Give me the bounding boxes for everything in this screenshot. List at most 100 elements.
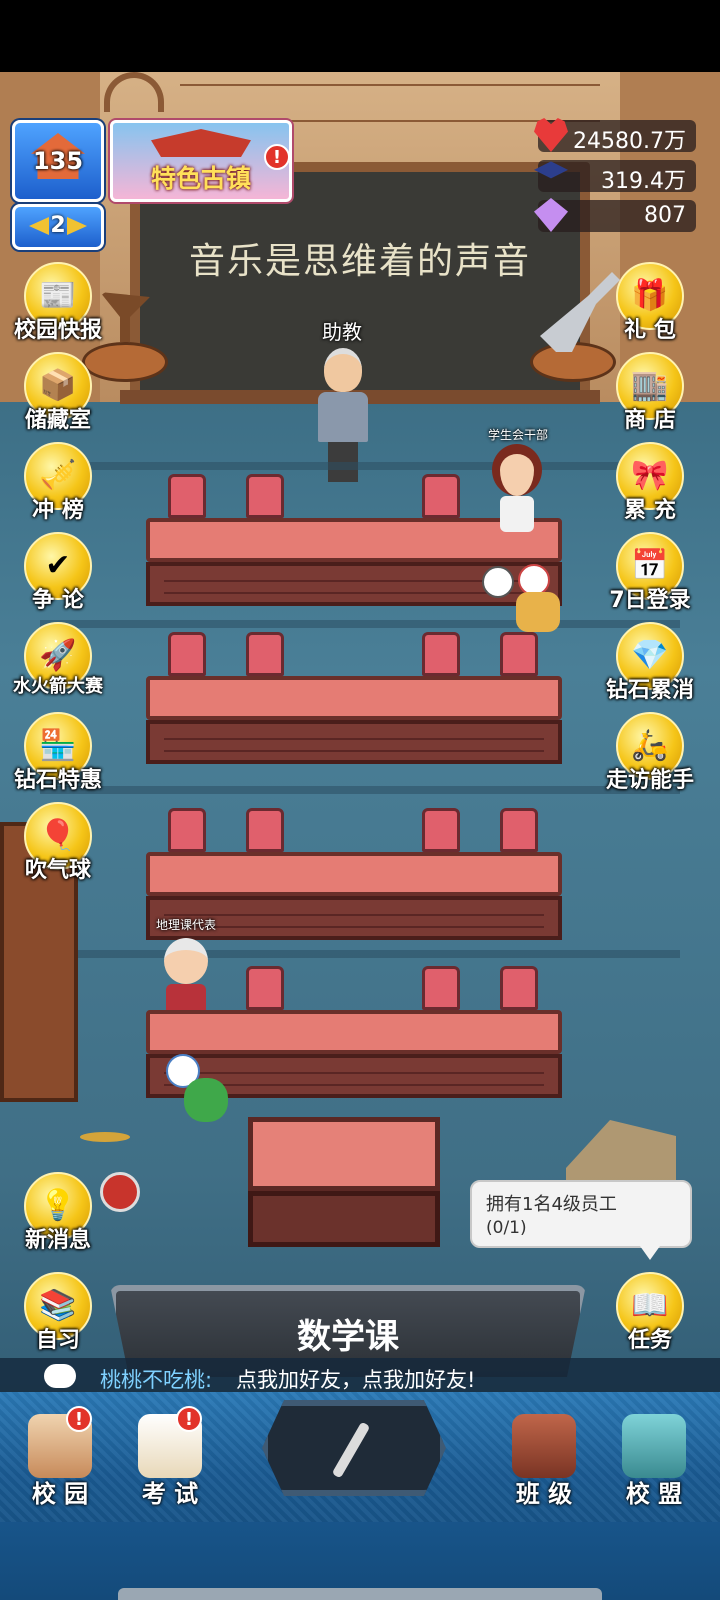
campus-alert-badge: ! bbox=[66, 1406, 92, 1432]
water-rocket-label: 水火箭大赛 bbox=[13, 676, 103, 697]
chair[interactable] bbox=[246, 632, 284, 676]
desk-top bbox=[146, 676, 562, 720]
visitor-button[interactable]: 🛵 走访能手 bbox=[606, 712, 694, 793]
classroom-door-icon bbox=[512, 1414, 576, 1478]
campus-news-label: 校园快报 bbox=[13, 318, 102, 343]
nav-campus-label: 校 园 bbox=[31, 1480, 89, 1508]
center-write-button[interactable] bbox=[262, 1400, 446, 1496]
student-council-character[interactable] bbox=[490, 444, 544, 534]
balloon-label: 吹气球 bbox=[24, 858, 91, 883]
self-study-label: 自习 bbox=[35, 1328, 80, 1353]
podium-base bbox=[248, 1191, 440, 1247]
desk-top bbox=[146, 852, 562, 896]
floor-stripe bbox=[40, 950, 680, 958]
nav-campus-button[interactable]: 校 园 bbox=[10, 1404, 110, 1514]
diamond-deal-button[interactable]: 🏪 钻石特惠 bbox=[14, 712, 102, 793]
nav-class-button[interactable]: 班 级 bbox=[494, 1404, 594, 1514]
school-level: 135 bbox=[32, 147, 84, 175]
ranking-button[interactable]: 🎺 冲 榜 bbox=[18, 442, 98, 523]
geography-rep-head bbox=[164, 938, 208, 984]
task-button[interactable]: 📖 任务 bbox=[610, 1272, 690, 1353]
recharge-button[interactable]: 🎀 累 充 bbox=[610, 442, 690, 523]
desk-top bbox=[146, 1010, 562, 1054]
chair[interactable] bbox=[500, 808, 538, 852]
floor-stripe bbox=[40, 786, 680, 794]
rank-number: 2 bbox=[50, 213, 66, 238]
chair[interactable] bbox=[422, 474, 460, 518]
chair[interactable] bbox=[500, 966, 538, 1010]
new-message-button[interactable]: 💡 新消息 bbox=[18, 1172, 98, 1253]
cymbal bbox=[80, 1132, 130, 1142]
campus-news-button[interactable]: 📰 校园快报 bbox=[14, 262, 102, 343]
diamond-spend-label: 钻石累消 bbox=[605, 678, 694, 703]
hearts-resource[interactable]: 24580.7万 bbox=[534, 118, 696, 154]
chair[interactable] bbox=[422, 632, 460, 676]
storage-room-button[interactable]: 📦 储藏室 bbox=[18, 352, 98, 433]
gift-pack-button[interactable]: 🎁 礼 包 bbox=[610, 262, 690, 343]
chair[interactable] bbox=[168, 632, 206, 676]
teacher-podium[interactable] bbox=[248, 1117, 440, 1247]
student-council-body bbox=[500, 496, 534, 532]
chair[interactable] bbox=[246, 808, 284, 852]
floor-stripe bbox=[40, 462, 680, 470]
seven-day-login-label: 7日登录 bbox=[609, 588, 691, 613]
chair[interactable] bbox=[422, 966, 460, 1010]
nav-exam-button[interactable]: 考 试 bbox=[120, 1404, 220, 1514]
nav-alliance-label: 校 盟 bbox=[625, 1480, 683, 1508]
debate-button[interactable]: ✔ 争 论 bbox=[18, 532, 98, 613]
nav-alliance-button[interactable]: 校 盟 bbox=[604, 1404, 704, 1514]
chair[interactable] bbox=[422, 808, 460, 852]
book-icon[interactable] bbox=[482, 566, 514, 598]
caps-resource[interactable]: 319.4万 bbox=[534, 160, 696, 194]
chat-sender[interactable]: 桃桃不吃桃: bbox=[100, 1364, 212, 1394]
self-study-button[interactable]: 📚 自习 bbox=[18, 1272, 98, 1353]
student-council-head bbox=[492, 444, 542, 496]
chair[interactable] bbox=[500, 632, 538, 676]
exam-alert-badge: ! bbox=[176, 1406, 202, 1432]
task-bubble[interactable]: 拥有1名4级员工 (0/1) bbox=[470, 1180, 692, 1260]
diamond-deal-label: 钻石特惠 bbox=[13, 768, 102, 793]
school-alliance-icon bbox=[622, 1414, 686, 1478]
podium-top bbox=[248, 1117, 440, 1191]
chat-bubble-icon bbox=[44, 1364, 76, 1388]
diamond-spend-button[interactable]: 💎 钻石累消 bbox=[606, 622, 694, 703]
frog-plush-icon[interactable] bbox=[184, 1078, 228, 1122]
balloon-button[interactable]: 🎈 吹气球 bbox=[18, 802, 98, 883]
diamonds-resource[interactable]: 807 bbox=[534, 198, 696, 232]
shop-label: 商 店 bbox=[624, 408, 676, 433]
drum bbox=[100, 1172, 140, 1212]
ranking-label: 冲 榜 bbox=[32, 498, 84, 523]
caps-value: 319.4万 bbox=[601, 169, 686, 194]
seven-day-login-button[interactable]: 📅 7日登录 bbox=[609, 532, 691, 613]
system-home-indicator[interactable] bbox=[118, 1588, 602, 1600]
chat-bar[interactable]: 桃桃不吃桃: 点我加好友，点我加好友! bbox=[0, 1358, 720, 1394]
water-rocket-button[interactable]: 🚀 水火箭大赛 bbox=[13, 622, 103, 702]
shop-button[interactable]: 🏬 商 店 bbox=[610, 352, 690, 433]
chair[interactable] bbox=[168, 808, 206, 852]
desk-front bbox=[146, 720, 562, 764]
student-desk-row-2[interactable] bbox=[146, 676, 562, 766]
rank-badge[interactable]: 2 bbox=[12, 204, 104, 250]
nav-class-label: 班 级 bbox=[515, 1480, 573, 1508]
backpack-icon[interactable] bbox=[516, 592, 560, 632]
chat-message: 点我加好友，点我加好友! bbox=[236, 1368, 476, 1392]
task-progress: (0/1) bbox=[486, 1218, 527, 1238]
task-text: 拥有1名4级员工 bbox=[486, 1194, 617, 1215]
assistant-body bbox=[318, 392, 368, 442]
storage-room-label: 储藏室 bbox=[24, 408, 91, 433]
school-level-badge[interactable]: 135 bbox=[12, 120, 104, 202]
graduation-cap-icon bbox=[534, 161, 568, 179]
chair[interactable] bbox=[246, 966, 284, 1010]
chalk-pen-icon bbox=[331, 1421, 371, 1479]
new-message-label: 新消息 bbox=[24, 1228, 91, 1253]
assistant-head bbox=[324, 348, 362, 392]
chair[interactable] bbox=[168, 474, 206, 518]
gift-pack-label: 礼 包 bbox=[624, 318, 676, 343]
task-label: 任务 bbox=[627, 1328, 672, 1353]
chair[interactable] bbox=[246, 474, 284, 518]
diamonds-value: 807 bbox=[644, 203, 686, 228]
geography-rep-label: 地理课代表 bbox=[156, 918, 217, 932]
diamond-icon bbox=[534, 198, 568, 232]
visitor-label: 走访能手 bbox=[605, 768, 694, 793]
palace-roof-icon bbox=[151, 129, 251, 157]
